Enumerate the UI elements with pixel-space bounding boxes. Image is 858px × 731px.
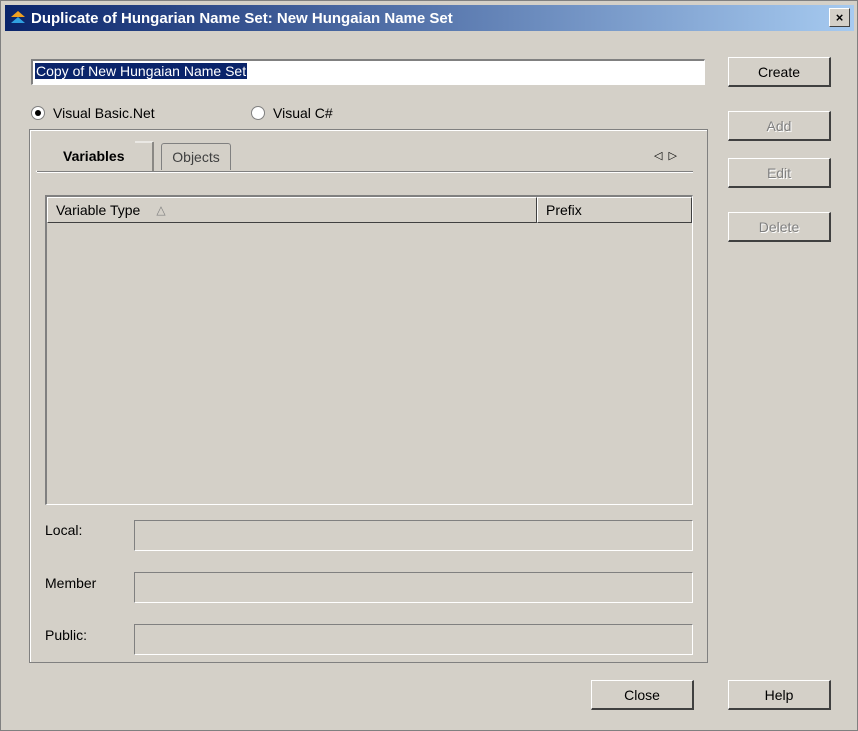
dialog-window: Duplicate of Hungarian Name Set: New Hun…	[0, 0, 858, 731]
edit-button-label: Edit	[766, 164, 792, 181]
tab-scroll-right-icon[interactable]: ▷	[668, 150, 682, 162]
tab-scroll-arrows[interactable]: ◁▷	[654, 149, 683, 162]
local-label: Local:	[45, 522, 83, 538]
column-header-prefix[interactable]: Prefix	[537, 197, 692, 223]
member-label: Member	[45, 575, 97, 591]
public-field[interactable]	[134, 624, 693, 655]
edit-button[interactable]: Edit	[728, 158, 831, 188]
local-field[interactable]	[134, 520, 693, 551]
column-header-variable-type-label: Variable Type	[56, 202, 141, 218]
radio-visual-csharp[interactable]: Visual C#	[251, 105, 333, 121]
radio-visual-basic[interactable]: Visual Basic.Net	[31, 105, 155, 121]
delete-button-label: Delete	[758, 218, 800, 235]
tab-divider-highlight	[37, 172, 693, 173]
create-button-label: Create	[757, 63, 801, 80]
column-header-prefix-label: Prefix	[546, 202, 582, 218]
radio-visual-basic-label: Visual Basic.Net	[53, 105, 155, 121]
delete-button[interactable]: Delete	[728, 212, 831, 242]
close-button-label: Close	[624, 686, 660, 703]
app-icon	[11, 11, 25, 23]
close-window-button[interactable]: ×	[829, 8, 850, 27]
close-icon: ×	[835, 10, 844, 25]
tab-objects-label: Objects	[172, 149, 220, 165]
name-input-selected-text: Copy of New Hungaian Name Set	[35, 63, 248, 79]
tab-variables[interactable]: Variables	[37, 141, 135, 171]
tab-variables-label: Variables	[63, 148, 125, 164]
name-set-name-input[interactable]: Copy of New Hungaian Name Set	[31, 59, 705, 85]
help-button[interactable]: Help	[728, 680, 831, 710]
tab-objects[interactable]: Objects	[161, 143, 231, 170]
sort-ascending-icon: △	[156, 203, 166, 217]
variables-list[interactable]: Variable Type △ Prefix	[45, 195, 693, 505]
create-button[interactable]: Create	[728, 57, 831, 87]
add-button-label: Add	[766, 117, 792, 134]
add-button[interactable]: Add	[728, 111, 831, 141]
member-field[interactable]	[134, 572, 693, 603]
public-label: Public:	[45, 627, 88, 643]
tab-scroll-left-icon[interactable]: ◁	[654, 150, 668, 162]
radio-button-unchecked[interactable]	[251, 106, 265, 120]
column-header-variable-type[interactable]: Variable Type △	[47, 197, 537, 223]
radio-button-checked[interactable]	[31, 106, 45, 120]
close-button[interactable]: Close	[591, 680, 694, 710]
radio-visual-csharp-label: Visual C#	[273, 105, 333, 121]
help-button-label: Help	[764, 686, 794, 703]
window-title: Duplicate of Hungarian Name Set: New Hun…	[31, 9, 453, 27]
title-bar[interactable]: Duplicate of Hungarian Name Set: New Hun…	[5, 5, 854, 31]
